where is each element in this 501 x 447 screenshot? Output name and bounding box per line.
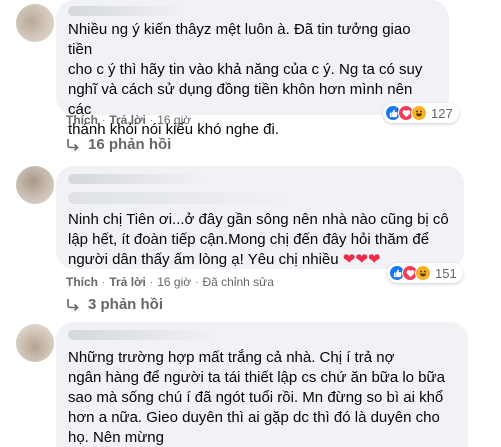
reply-link[interactable]: Trả lời [109, 275, 146, 289]
reply-arrow-icon [67, 138, 79, 151]
heart-emojis: ❤❤❤ [342, 251, 381, 268]
haha-reaction-icon [415, 265, 431, 281]
reaction-summary[interactable]: 151 [387, 263, 463, 283]
commenter-name-blurred[interactable] [68, 330, 218, 340]
replies-count-label: 3 phản hồi [88, 296, 163, 313]
commenter-avatar[interactable] [16, 166, 54, 204]
view-replies-button[interactable]: 3 phản hồi [66, 296, 163, 313]
replies-count-label: 16 phản hồi [88, 136, 172, 153]
commenter-avatar[interactable] [16, 324, 54, 362]
commenter-name-blurred[interactable] [68, 174, 208, 184]
separator-dot: · [149, 114, 154, 126]
reply-link[interactable]: Trả lời [109, 113, 146, 127]
separator-dot: · [149, 276, 154, 288]
comment-line-blurred [68, 192, 298, 204]
comment-timestamp[interactable]: 16 giờ [157, 113, 191, 127]
reaction-count: 151 [435, 265, 457, 281]
commenter-name-blurred[interactable] [68, 6, 188, 16]
comment-bubble: Những trường hợp mất trắng cả nhà. Chị í… [56, 322, 468, 447]
separator-dot: · [102, 276, 106, 288]
like-link[interactable]: Thích [66, 113, 98, 127]
reply-arrow-icon [67, 298, 79, 311]
view-replies-button[interactable]: 16 phản hồi [66, 136, 171, 153]
comment-bubble: Ninh chị Tiên ơi...ở đây gần sông nên nh… [56, 166, 464, 269]
comment-text: Ninh chị Tiên ơi...ở đây gần sông nên nh… [68, 211, 449, 268]
reaction-count: 127 [431, 105, 453, 121]
like-link[interactable]: Thích [66, 275, 98, 289]
comment-bubble: Nhiều ng ý kiến thâyz mệt luôn à. Đã tin… [56, 0, 449, 138]
comment-text: Những trường hợp mất trắng cả nhà. Chị í… [68, 349, 445, 446]
separator-dot: · [102, 114, 106, 126]
haha-reaction-icon [411, 105, 427, 121]
edited-label: Đã chỉnh sửa [202, 275, 274, 289]
commenter-avatar[interactable] [16, 4, 54, 42]
reaction-summary[interactable]: 127 [383, 103, 459, 123]
comment-timestamp[interactable]: 16 giờ [157, 275, 191, 289]
separator-dot: · [195, 276, 199, 288]
comment-actions: Thích · Trả lời · 16 giờ [66, 113, 191, 127]
comment-actions: Thích · Trả lời · 16 giờ · Đã chỉnh sửa [66, 275, 274, 289]
